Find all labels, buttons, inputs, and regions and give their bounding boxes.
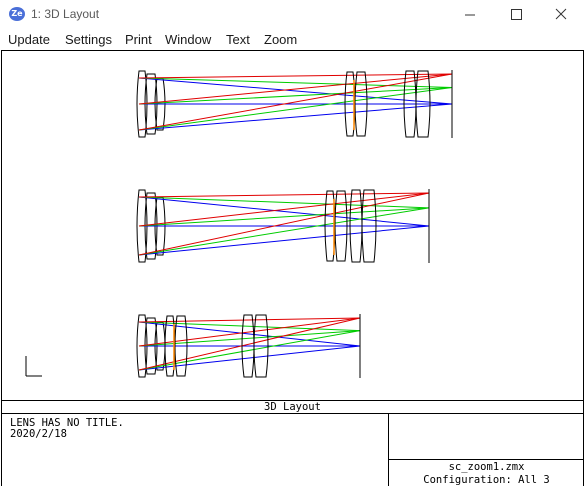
window-title: 1: 3D Layout <box>31 7 100 21</box>
ray-trace <box>138 225 430 256</box>
ray-trace <box>138 196 430 227</box>
app-icon: Ze <box>9 7 25 21</box>
minimize-icon <box>465 14 475 16</box>
menu-update[interactable]: Update <box>8 32 50 47</box>
layout-canvas[interactable] <box>1 50 584 400</box>
menu-zoom[interactable]: Zoom <box>264 32 297 47</box>
menu-settings[interactable]: Settings <box>65 32 112 47</box>
file-info: sc_zoom1.zmx Configuration: All 3 <box>389 461 584 487</box>
menu-window[interactable]: Window <box>165 32 211 47</box>
menu-text[interactable]: Text <box>226 32 250 47</box>
maximize-icon <box>511 9 522 20</box>
title-bar: Ze 1: 3D Layout <box>0 0 585 30</box>
ray-trace <box>138 345 361 371</box>
app-icon-text: Ze <box>11 9 23 18</box>
lens-info: LENS HAS NO TITLE. 2020/2/18 <box>10 418 124 440</box>
lens-date: 2020/2/18 <box>10 428 67 440</box>
ray-trace <box>138 207 430 256</box>
ray-trace <box>138 317 361 323</box>
menu-print[interactable]: Print <box>125 32 152 47</box>
plot-caption: 3D Layout <box>1 400 584 414</box>
ray-trace <box>138 207 430 227</box>
file-name: sc_zoom1.zmx <box>448 461 525 473</box>
ray-trace <box>138 317 361 347</box>
ray-trace <box>138 330 361 371</box>
minimize-button[interactable] <box>447 0 493 30</box>
layout-plot <box>25 70 453 378</box>
close-button[interactable] <box>539 0 585 30</box>
menu-bar: Update Settings Print Window Text Zoom <box>0 30 585 50</box>
maximize-button[interactable] <box>493 0 539 30</box>
ray-trace <box>138 192 430 198</box>
ray-trace <box>138 192 430 227</box>
info-panel: LENS HAS NO TITLE. 2020/2/18 sc_zoom1.zm… <box>1 413 584 486</box>
info-divider-horizontal <box>388 459 584 460</box>
close-icon <box>555 8 567 20</box>
configuration-label: Configuration: All 3 <box>423 474 550 486</box>
